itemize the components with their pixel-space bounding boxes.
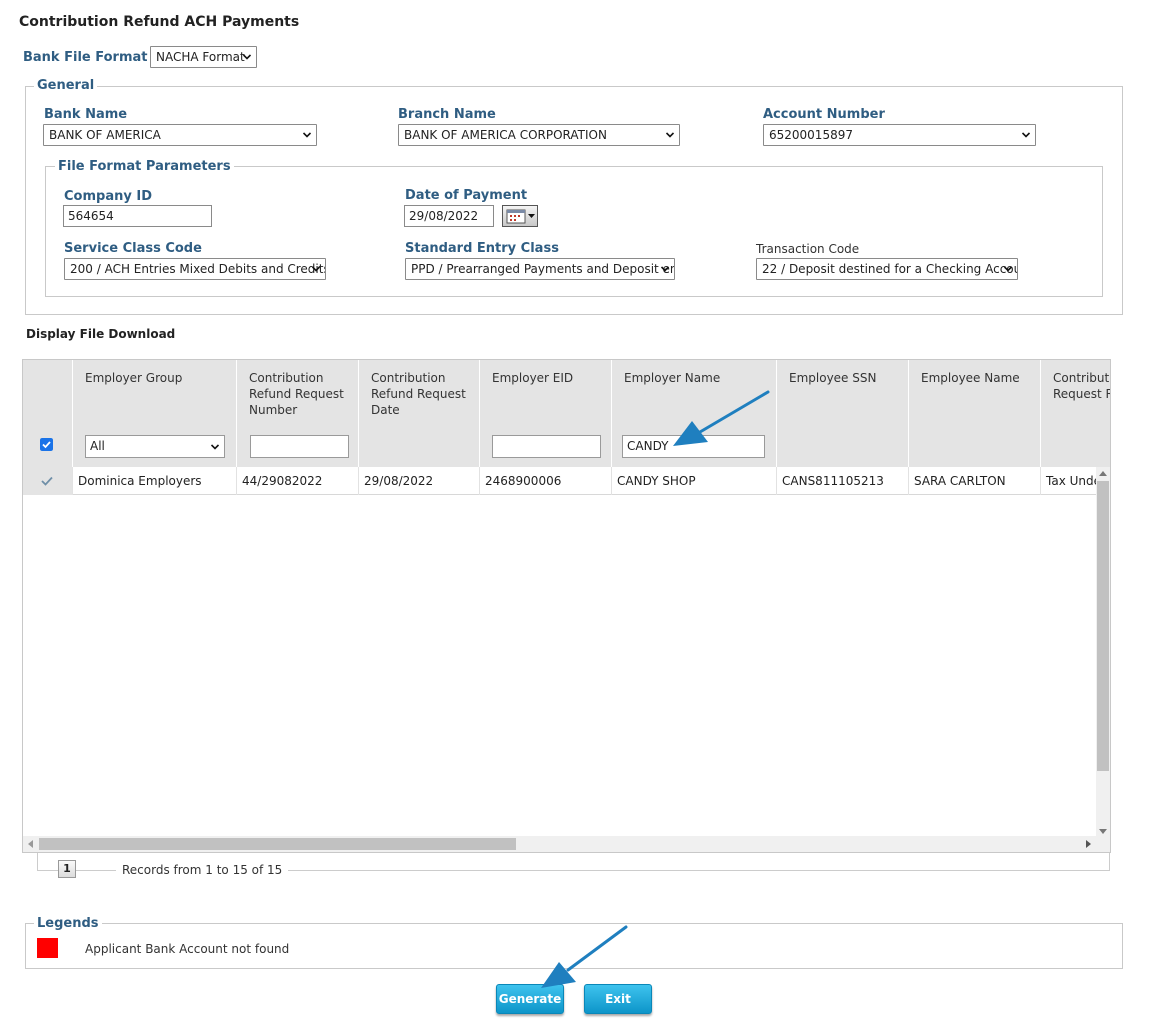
bank-name-label: Bank Name bbox=[44, 107, 128, 122]
col-employee-ssn-title: Employee SSN bbox=[789, 371, 877, 385]
scroll-down-arrow-icon[interactable] bbox=[1099, 829, 1107, 835]
company-id-label: Company ID bbox=[64, 189, 152, 204]
chevron-down-icon bbox=[666, 132, 674, 138]
date-of-payment-input[interactable]: 29/08/2022 bbox=[404, 205, 494, 227]
cell-employer-eid: 2468900006 bbox=[480, 467, 612, 495]
cell-employee-name: SARA CARLTON bbox=[909, 467, 1041, 495]
cell-request-number: 44/29082022 bbox=[237, 467, 359, 495]
general-legend: General bbox=[34, 78, 98, 93]
generate-button[interactable]: Generate bbox=[496, 984, 564, 1014]
col-request-date[interactable]: Contribution Refund Request Date bbox=[359, 360, 480, 467]
bank-name-value: BANK OF AMERICA bbox=[49, 128, 161, 142]
refund-grid: Employer Group All Contribution Refund R… bbox=[22, 359, 1111, 853]
branch-name-select[interactable]: BANK OF AMERICA CORPORATION bbox=[398, 124, 680, 146]
check-icon[interactable] bbox=[40, 474, 54, 488]
employer-group-filter-value: All bbox=[90, 439, 105, 453]
branch-name-value: BANK OF AMERICA CORPORATION bbox=[404, 128, 607, 142]
calendar-icon bbox=[506, 209, 535, 224]
exit-button[interactable]: Exit bbox=[584, 984, 652, 1014]
grid-header: Employer Group All Contribution Refund R… bbox=[23, 360, 1111, 467]
employer-name-filter-input[interactable]: CANDY bbox=[622, 435, 765, 458]
select-all-column bbox=[23, 360, 73, 467]
transaction-code-label: Transaction Code bbox=[756, 242, 860, 256]
chevron-down-icon bbox=[1004, 266, 1012, 272]
bank-file-format-label: Bank File Format bbox=[23, 50, 148, 65]
legend-bank-account-not-found: Applicant Bank Account not found bbox=[85, 942, 290, 956]
company-id-input[interactable]: 564654 bbox=[63, 205, 212, 227]
employer-eid-filter-input[interactable] bbox=[492, 435, 601, 458]
service-class-code-label: Service Class Code bbox=[64, 241, 202, 256]
col-employee-name[interactable]: Employee Name bbox=[909, 360, 1041, 467]
calendar-button[interactable] bbox=[502, 205, 538, 227]
col-employee-name-title: Employee Name bbox=[921, 371, 1020, 385]
bank-file-format-select[interactable]: NACHA Format bbox=[150, 46, 257, 68]
chevron-down-icon bbox=[661, 266, 669, 272]
select-all-checkbox[interactable] bbox=[40, 438, 53, 451]
standard-entry-class-select[interactable]: PPD / Prearranged Payments and Deposit e… bbox=[405, 258, 675, 280]
col-request-date-title: Contribution Refund Request Date bbox=[371, 371, 466, 417]
service-class-code-select[interactable]: 200 / ACH Entries Mixed Debits and Credi… bbox=[64, 258, 326, 280]
col-employee-ssn[interactable]: Employee SSN bbox=[777, 360, 909, 467]
chevron-down-icon bbox=[1022, 132, 1030, 138]
bank-name-select[interactable]: BANK OF AMERICA bbox=[43, 124, 317, 146]
display-file-download-label: Display File Download bbox=[26, 327, 176, 341]
standard-entry-class-value: PPD / Prearranged Payments and Deposit e… bbox=[411, 262, 675, 276]
chevron-down-icon bbox=[211, 444, 219, 450]
scroll-right-arrow-icon[interactable] bbox=[1086, 840, 1092, 848]
records-info: Records from 1 to 15 of 15 bbox=[116, 863, 289, 877]
col-employer-name-title: Employer Name bbox=[624, 371, 721, 385]
horizontal-scrollbar[interactable] bbox=[23, 836, 1110, 852]
scroll-up-arrow-icon[interactable] bbox=[1099, 470, 1107, 476]
account-number-value: 65200015897 bbox=[769, 128, 853, 142]
date-of-payment-label: Date of Payment bbox=[405, 188, 528, 203]
service-class-code-value: 200 / ACH Entries Mixed Debits and Credi… bbox=[70, 262, 326, 276]
file-format-legend: File Format Parameters bbox=[55, 159, 234, 174]
legends-legend: Legends bbox=[34, 916, 102, 931]
col-employer-eid-title: Employer EID bbox=[492, 371, 574, 385]
col-refund-reason[interactable]: Contributi Request R bbox=[1041, 360, 1111, 467]
cell-employer-group: Dominica Employers bbox=[73, 467, 237, 495]
page-title: Contribution Refund ACH Payments bbox=[19, 14, 300, 30]
cell-request-date: 29/08/2022 bbox=[359, 467, 480, 495]
vertical-scrollbar[interactable] bbox=[1096, 467, 1110, 837]
bank-file-format-value: NACHA Format bbox=[156, 50, 245, 64]
cell-employee-ssn: CANS811105213 bbox=[777, 467, 909, 495]
horizontal-scroll-thumb[interactable] bbox=[39, 838, 516, 850]
col-request-number-title: Contribution Refund Request Number bbox=[249, 371, 344, 417]
transaction-code-select[interactable]: 22 / Deposit destined for a Checking Acc… bbox=[756, 258, 1018, 280]
chevron-down-icon bbox=[312, 266, 320, 272]
request-number-filter-input[interactable] bbox=[250, 435, 349, 458]
cell-employer-name: CANDY SHOP bbox=[612, 467, 777, 495]
transaction-code-value: 22 / Deposit destined for a Checking Acc… bbox=[762, 262, 1018, 276]
branch-name-label: Branch Name bbox=[398, 107, 496, 122]
row-select-cell[interactable] bbox=[23, 467, 73, 495]
col-employer-name[interactable]: Employer Name CANDY bbox=[612, 360, 777, 467]
standard-entry-class-label: Standard Entry Class bbox=[405, 241, 559, 256]
chevron-down-icon bbox=[303, 132, 311, 138]
col-employer-group[interactable]: Employer Group All bbox=[73, 360, 237, 467]
employer-group-filter-select[interactable]: All bbox=[85, 435, 225, 458]
col-employer-group-title: Employer Group bbox=[85, 371, 183, 385]
col-refund-reason-title: Contributi Request R bbox=[1053, 371, 1111, 401]
page-1-button[interactable]: 1 bbox=[58, 860, 76, 878]
account-number-select[interactable]: 65200015897 bbox=[763, 124, 1036, 146]
legend-red-swatch bbox=[37, 938, 58, 958]
table-row[interactable]: Dominica Employers 44/29082022 29/08/202… bbox=[23, 467, 1110, 495]
scroll-left-arrow-icon[interactable] bbox=[27, 840, 33, 848]
col-employer-eid[interactable]: Employer EID bbox=[480, 360, 612, 467]
vertical-scroll-thumb[interactable] bbox=[1097, 481, 1109, 771]
account-number-label: Account Number bbox=[763, 107, 885, 122]
cell-refund-reason: Tax Under bbox=[1046, 474, 1097, 488]
col-request-number[interactable]: Contribution Refund Request Number bbox=[237, 360, 359, 467]
chevron-down-icon bbox=[243, 54, 251, 60]
